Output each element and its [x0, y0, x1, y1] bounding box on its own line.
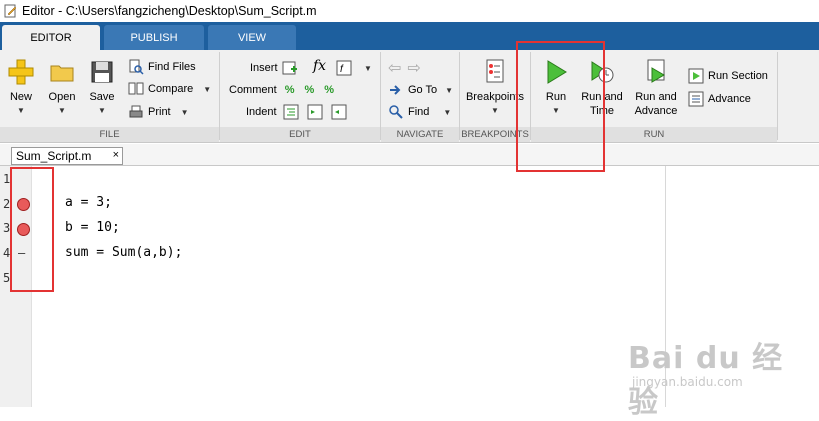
search-icon	[389, 105, 403, 119]
code-line[interactable]: sum = Sum(a,b);	[65, 245, 182, 260]
editor-app-icon	[4, 4, 17, 18]
new-button[interactable]: New ▼	[6, 58, 36, 118]
comment-button[interactable]: Comment % % %	[229, 81, 334, 99]
compare-button[interactable]: Compare ▼	[128, 80, 211, 98]
find-files-icon	[129, 59, 144, 75]
tab-editor[interactable]: EDITOR	[2, 25, 100, 50]
watermark: Bai du 经验 jingyan.baidu.com	[628, 333, 788, 420]
open-button[interactable]: Open ▼	[46, 58, 78, 118]
smart-indent-icon	[283, 104, 299, 120]
navigate-section-label: NAVIGATE	[381, 127, 459, 142]
comment-percent-icon: %	[284, 84, 295, 96]
annotation-highlight-breakpoints	[10, 167, 54, 292]
wrap-comment-icon[interactable]: %	[324, 84, 334, 96]
goto-icon	[390, 85, 401, 95]
new-plus-icon	[8, 59, 34, 85]
advance-button[interactable]: Advance	[688, 90, 751, 108]
compare-icon	[128, 82, 144, 95]
chevron-down-icon: ▼	[203, 84, 212, 94]
goto-button[interactable]: Go To ▼	[388, 81, 453, 99]
run-and-advance-button[interactable]: Run and Advance	[632, 58, 680, 118]
chevron-down-icon: ▼	[58, 106, 66, 115]
advance-icon	[688, 91, 704, 107]
floppy-disk-icon	[91, 61, 113, 83]
window-title: Editor - C:\Users\fangzicheng\Desktop\Su…	[22, 4, 317, 18]
increase-indent-icon[interactable]	[307, 104, 323, 120]
code-line[interactable]: a = 3;	[65, 195, 112, 210]
edit-section-label: EDIT	[220, 127, 380, 142]
ribbon-tab-bar: EDITOR PUBLISH VIEW	[0, 22, 819, 50]
chevron-down-icon: ▼	[17, 106, 25, 115]
chevron-down-icon: ▼	[491, 106, 499, 115]
chevron-down-icon: ▼	[180, 107, 189, 117]
title-bar: Editor - C:\Users\fangzicheng\Desktop\Su…	[0, 0, 819, 22]
code-line[interactable]: b = 10;	[65, 220, 120, 235]
run-section-icon	[688, 68, 704, 84]
document-tab-sum-script[interactable]: Sum_Script.m ×	[11, 147, 123, 165]
run-section-button[interactable]: Run Section	[688, 67, 768, 85]
watermark-url: jingyan.baidu.com	[632, 375, 743, 389]
print-button[interactable]: Print ▼	[128, 103, 189, 121]
document-tab-bar: Sum_Script.m ×	[0, 144, 819, 166]
chevron-down-icon: ▼	[364, 63, 372, 73]
find-button[interactable]: Find ▼	[388, 103, 451, 121]
chevron-down-icon: ▼	[445, 85, 454, 95]
printer-icon	[129, 105, 143, 118]
section-divider	[777, 52, 778, 140]
uncomment-icon[interactable]: %	[304, 84, 314, 96]
fx-button[interactable]: fx	[313, 57, 326, 75]
decrease-indent-icon[interactable]	[331, 104, 347, 120]
indent-button[interactable]: Indent	[246, 103, 351, 121]
ribbon-toolstrip: New ▼ Open ▼ Save ▼ Find Files Compare ▼	[0, 50, 819, 143]
find-files-button[interactable]: Find Files	[128, 58, 196, 76]
close-icon[interactable]: ×	[113, 149, 119, 161]
forward-arrow-icon[interactable]: ⇨	[407, 58, 420, 78]
chevron-down-icon: ▼	[443, 107, 452, 117]
back-arrow-icon[interactable]: ⇦	[388, 58, 401, 78]
tab-publish[interactable]: PUBLISH	[104, 25, 204, 50]
insert-icon	[282, 61, 297, 75]
insert-button[interactable]: Insert	[250, 59, 302, 77]
tab-view[interactable]: VIEW	[208, 25, 296, 50]
function-browser-button[interactable]: f ▼	[336, 59, 372, 77]
annotation-highlight-run	[516, 41, 605, 172]
folder-icon	[50, 65, 74, 82]
save-button[interactable]: Save ▼	[86, 58, 118, 118]
function-icon: f	[336, 60, 352, 76]
back-forward-buttons[interactable]: ⇦ ⇨	[388, 59, 421, 77]
breakpoints-icon	[486, 59, 504, 83]
chevron-down-icon: ▼	[98, 106, 106, 115]
run-and-advance-icon	[647, 59, 665, 83]
file-section-label: FILE	[0, 127, 219, 142]
